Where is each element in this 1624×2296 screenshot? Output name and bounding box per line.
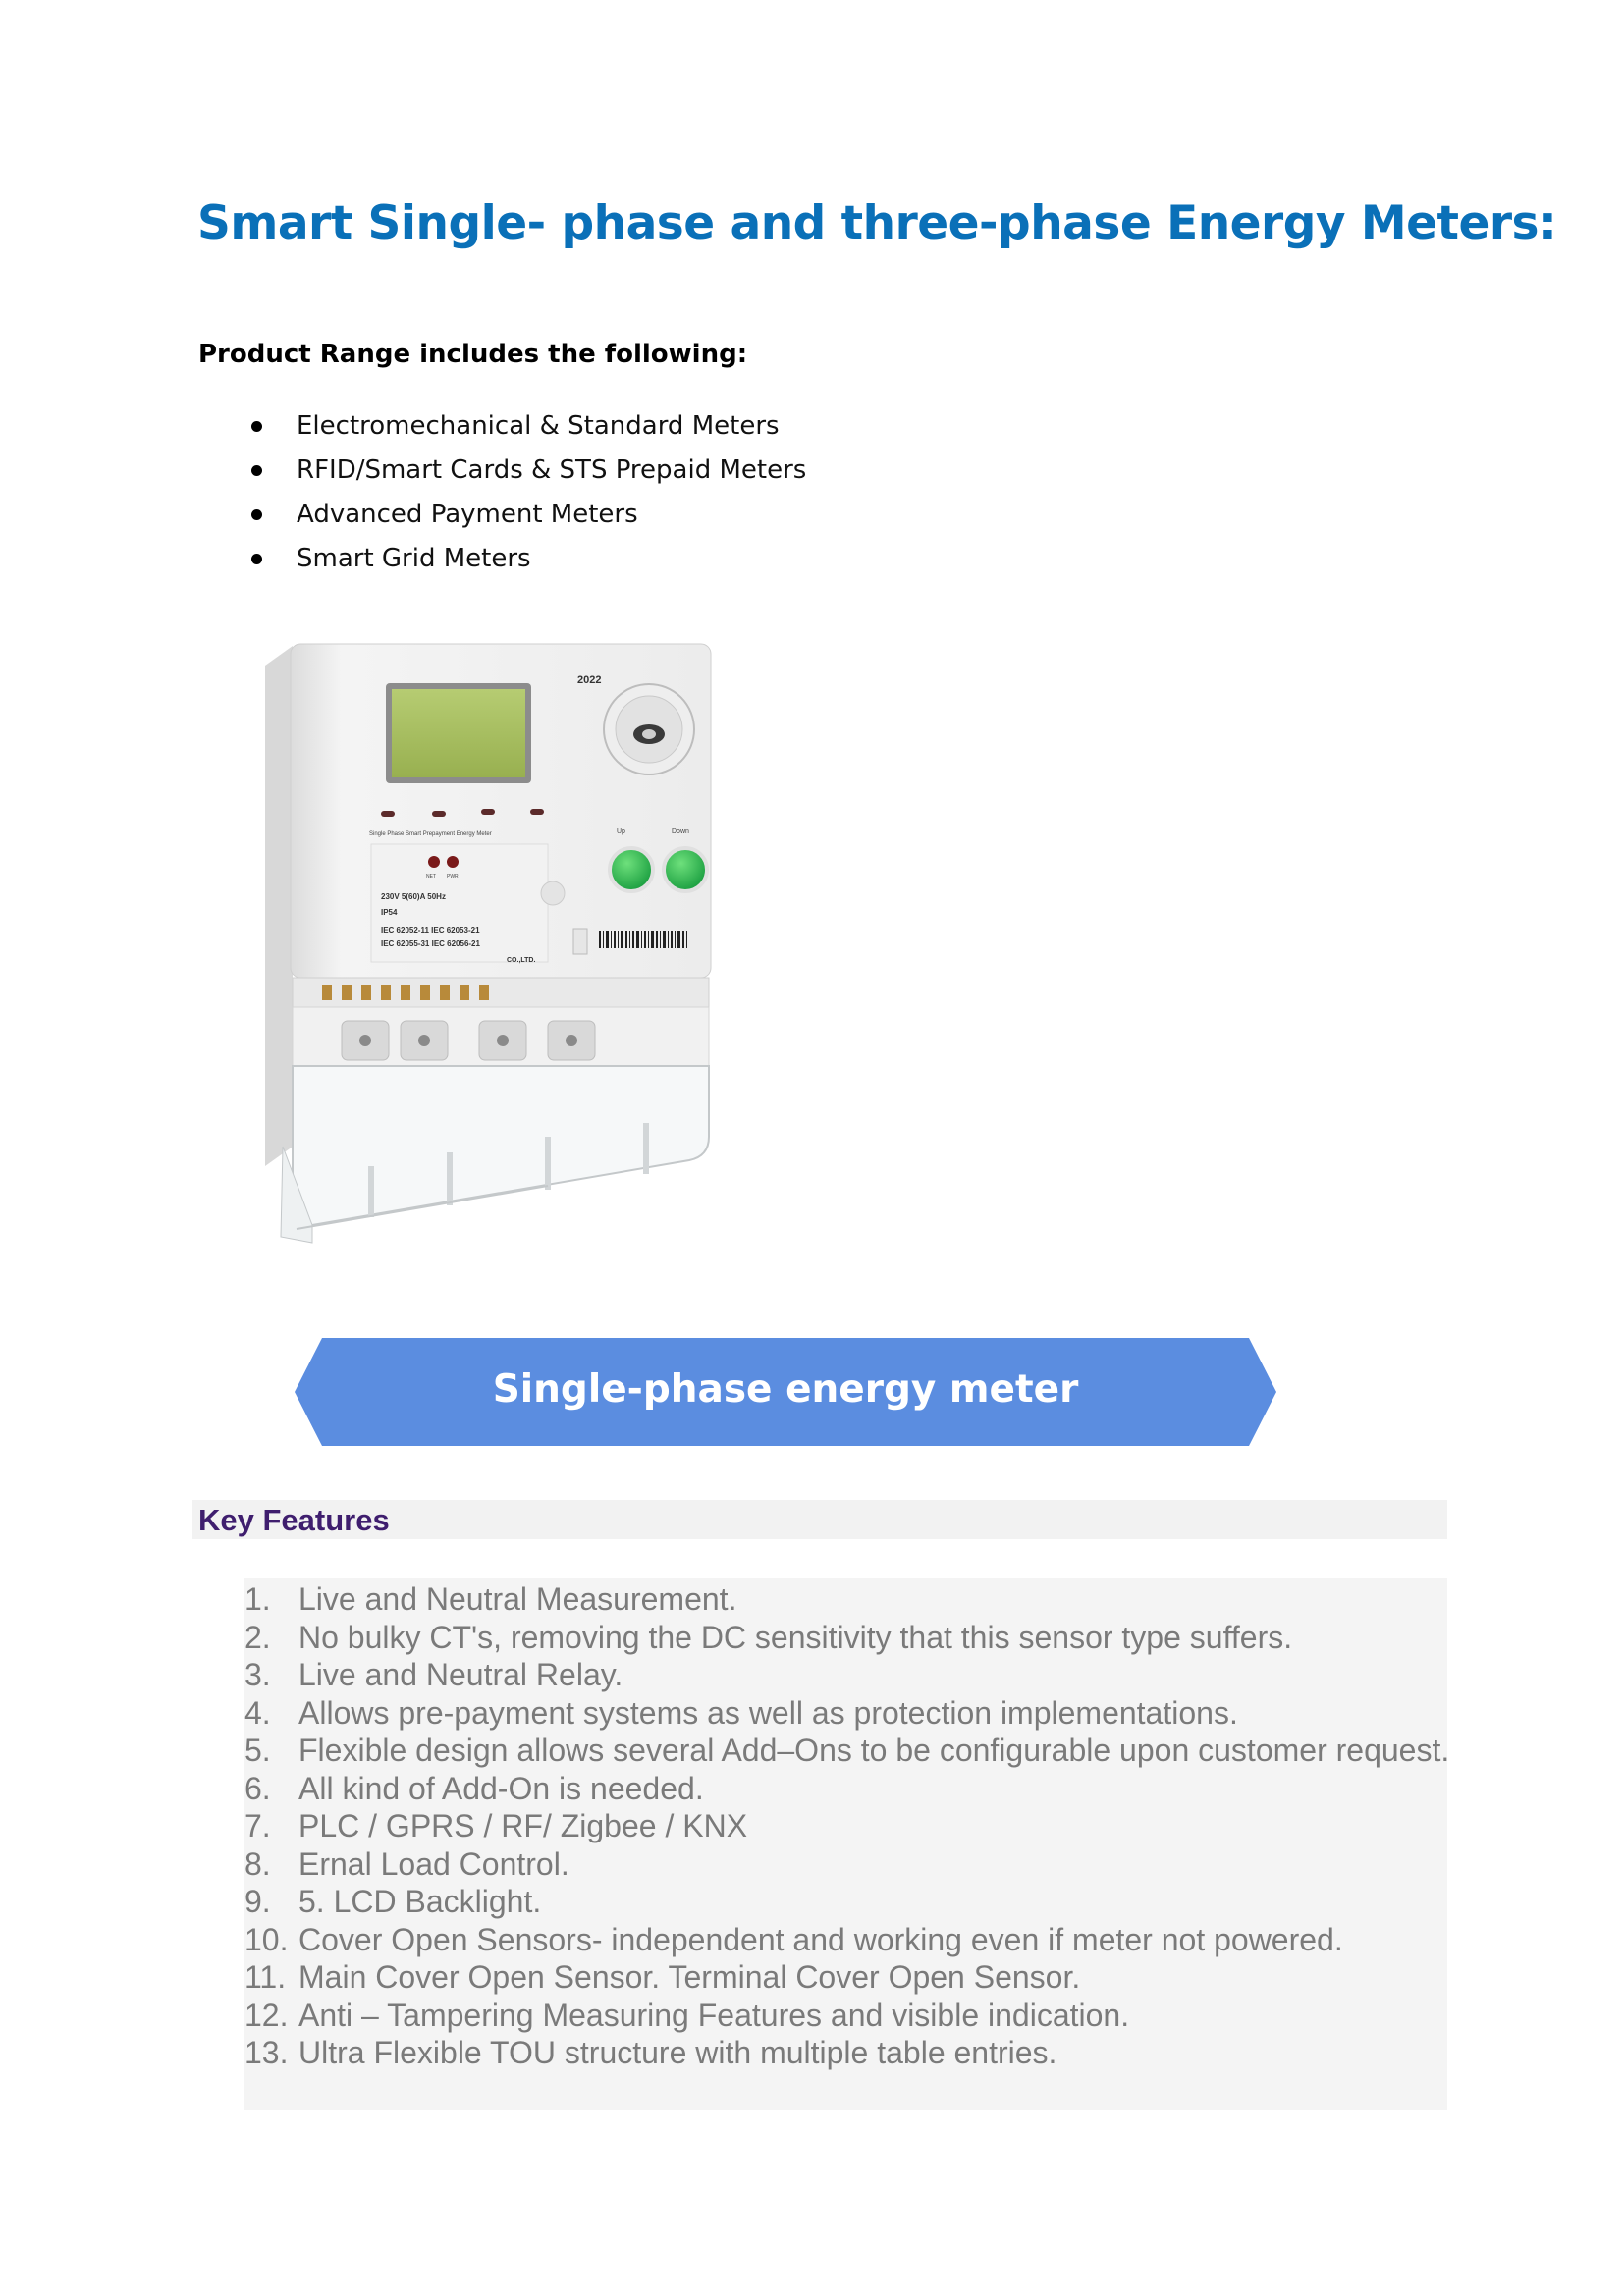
list-item-label: Electromechanical & Standard Meters xyxy=(297,411,780,441)
list-item-label: RFID/Smart Cards & STS Prepaid Meters xyxy=(297,455,807,485)
banner-label: Single-phase energy meter xyxy=(492,1367,1079,1412)
key-features-heading-bar: Key Features xyxy=(192,1500,1447,1539)
item-text: Ernal Load Control. xyxy=(298,1845,569,1882)
item-number: 13. xyxy=(244,2035,289,2070)
list-item: 8. Ernal Load Control. xyxy=(244,1845,1452,1884)
meter-type-banner: Single-phase energy meter xyxy=(295,1338,1276,1446)
list-item: 11. Main Cover Open Sensor. Terminal Cove… xyxy=(244,1958,1452,1997)
rating-line: 230V 5(60)A 50Hz xyxy=(381,892,446,901)
item-number: 5. xyxy=(244,1733,271,1768)
list-item: 2. No bulky CT's, removing the DC sensiti… xyxy=(244,1619,1452,1657)
company-suffix: CO.,LTD. xyxy=(507,957,535,964)
list-item: Smart Grid Meters xyxy=(245,539,806,583)
list-item: RFID/Smart Cards & STS Prepaid Meters xyxy=(245,451,806,495)
key-features-list: 1. Live and Neutral Measurement. 2. No bul… xyxy=(244,1580,1452,2072)
item-text: All kind of Add-On is needed. xyxy=(298,1770,704,1806)
item-text: Live and Neutral Measurement. xyxy=(298,1581,737,1617)
meter-subtitle: Single Phase Smart Prepayment Energy Met… xyxy=(369,831,492,837)
list-item: 1. Live and Neutral Measurement. xyxy=(244,1580,1452,1619)
item-text: Ultra Flexible TOU structure with multip… xyxy=(298,2035,1057,2070)
item-text: Allows pre-payment systems as well as pr… xyxy=(298,1694,1238,1731)
bullet-icon xyxy=(251,509,262,520)
item-number: 4. xyxy=(244,1694,271,1731)
up-label: Up xyxy=(617,828,625,835)
item-text: No bulky CT's, removing the DC sensitivi… xyxy=(298,1619,1293,1655)
item-number: 1. xyxy=(244,1581,271,1617)
item-number: 11. xyxy=(244,1959,287,1995)
item-text: Live and Neutral Relay. xyxy=(298,1657,623,1692)
item-number: 2. xyxy=(244,1619,271,1655)
product-range-list: Electromechanical & Standard Meters RFID… xyxy=(245,406,806,583)
list-item-label: Smart Grid Meters xyxy=(297,544,531,573)
item-text: Anti – Tampering Measuring Features and … xyxy=(298,1997,1130,2033)
list-item: 5. Flexible design allows several Add–Ons… xyxy=(244,1732,1452,1770)
list-item: Electromechanical & Standard Meters xyxy=(245,406,806,451)
list-item: 6. All kind of Add-On is needed. xyxy=(244,1770,1452,1808)
item-number: 8. xyxy=(244,1845,271,1882)
list-item: 4. Allows pre-payment systems as well as … xyxy=(244,1694,1452,1733)
item-number: 3. xyxy=(244,1657,271,1692)
item-number: 9. xyxy=(244,1884,271,1919)
item-number: 10. xyxy=(244,1921,289,1957)
energy-meter-image: 2022 Single Phase Smart Prepayment Energ… xyxy=(253,636,731,1249)
item-text: Flexible design allows several Add–Ons t… xyxy=(298,1733,1450,1768)
list-item: 3. Live and Neutral Relay. xyxy=(244,1656,1452,1694)
list-item: 12. Anti – Tampering Measuring Features a… xyxy=(244,1997,1452,2035)
indicator-net: NET xyxy=(426,874,436,880)
meter-year: 2022 xyxy=(577,674,601,686)
bullet-icon xyxy=(251,554,262,564)
list-item: 9. 5. LCD Backlight. xyxy=(244,1883,1452,1921)
item-number: 6. xyxy=(244,1770,271,1806)
item-text: Cover Open Sensors- independent and work… xyxy=(298,1921,1343,1957)
bullet-icon xyxy=(251,465,262,476)
down-label: Down xyxy=(672,828,689,835)
item-number: 7. xyxy=(244,1808,271,1843)
list-item: Advanced Payment Meters xyxy=(245,495,806,539)
key-features-heading: Key Features xyxy=(198,1503,390,1537)
item-text: PLC / GPRS / RF/ Zigbee / KNX xyxy=(298,1808,748,1843)
indicator-pwr: PWR xyxy=(447,874,459,880)
list-item: 10. Cover Open Sensors- independent and w… xyxy=(244,1921,1452,1959)
product-range-heading: Product Range includes the following: xyxy=(198,340,748,369)
list-item: 7. PLC / GPRS / RF/ Zigbee / KNX xyxy=(244,1807,1452,1845)
standards-line-2: IEC 62055-31 IEC 62056-21 xyxy=(381,939,481,948)
item-text: Main Cover Open Sensor. Terminal Cover O… xyxy=(298,1959,1081,1995)
item-number: 12. xyxy=(244,1997,289,2033)
page-title: Smart Single- phase and three-phase Ener… xyxy=(197,196,1557,250)
bullet-icon xyxy=(251,421,262,432)
item-text: 5. LCD Backlight. xyxy=(298,1884,542,1919)
list-item-label: Advanced Payment Meters xyxy=(297,500,638,529)
list-item: 13. Ultra Flexible TOU structure with mul… xyxy=(244,2034,1452,2072)
ip-line: IP54 xyxy=(381,908,398,917)
standards-line-1: IEC 62052-11 IEC 62053-21 xyxy=(381,926,480,934)
